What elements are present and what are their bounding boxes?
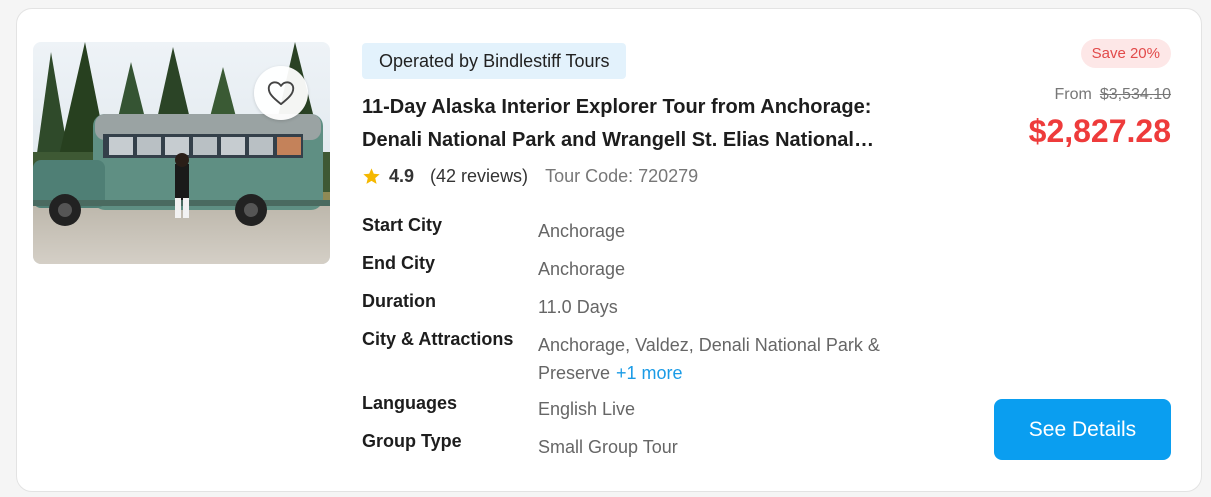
from-label: From: [1054, 86, 1092, 103]
detail-value: 11.0 Days: [538, 297, 618, 317]
detail-value: Anchorage: [538, 259, 626, 279]
detail-value: English Live: [538, 399, 636, 419]
tour-card: Operated by Bindlestiff Tours 11-Day Ala…: [16, 8, 1202, 492]
heart-outline-icon: [267, 81, 295, 106]
tour-code: Tour Code: 720279: [545, 166, 699, 186]
detail-label: Start City: [362, 215, 443, 235]
tour-title-line-2[interactable]: Denali National Park and Wrangell St. El…: [362, 124, 922, 157]
tour-title[interactable]: 11-Day Alaska Interior Explorer Tour fro…: [362, 91, 922, 157]
detail-value: Anchorage, Valdez, Denali National Park …: [538, 331, 918, 387]
detail-label: End City: [362, 253, 436, 273]
more-attractions-link[interactable]: +1 more: [616, 363, 683, 383]
detail-value-line-2: Preserve: [538, 363, 611, 383]
detail-label: City & Attractions: [362, 329, 514, 349]
rating-row: 4.9 (42 reviews) Tour Code: 720279: [362, 166, 698, 187]
detail-value-line-1: Anchorage, Valdez, Denali National Park …: [538, 335, 880, 355]
original-price-row: From $3,534.10: [1054, 86, 1171, 104]
favorite-button[interactable]: [254, 66, 308, 120]
see-details-button[interactable]: See Details: [994, 399, 1171, 460]
detail-value: Small Group Tour: [538, 437, 678, 457]
detail-label: Group Type: [362, 431, 462, 451]
save-badge: Save 20%: [1080, 39, 1171, 68]
tour-title-line-1[interactable]: 11-Day Alaska Interior Explorer Tour fro…: [362, 91, 922, 124]
review-count[interactable]: (42 reviews): [430, 166, 528, 187]
star-icon: [363, 168, 380, 184]
detail-label: Duration: [362, 291, 436, 311]
current-price: $2,827.28: [1028, 113, 1171, 149]
detail-label: Languages: [362, 393, 458, 413]
original-price: $3,534.10: [1099, 86, 1171, 103]
tour-photo[interactable]: [33, 42, 330, 264]
detail-value: Anchorage: [538, 221, 626, 241]
operator-badge: Operated by Bindlestiff Tours: [362, 43, 627, 79]
rating-score: 4.9: [389, 166, 415, 186]
